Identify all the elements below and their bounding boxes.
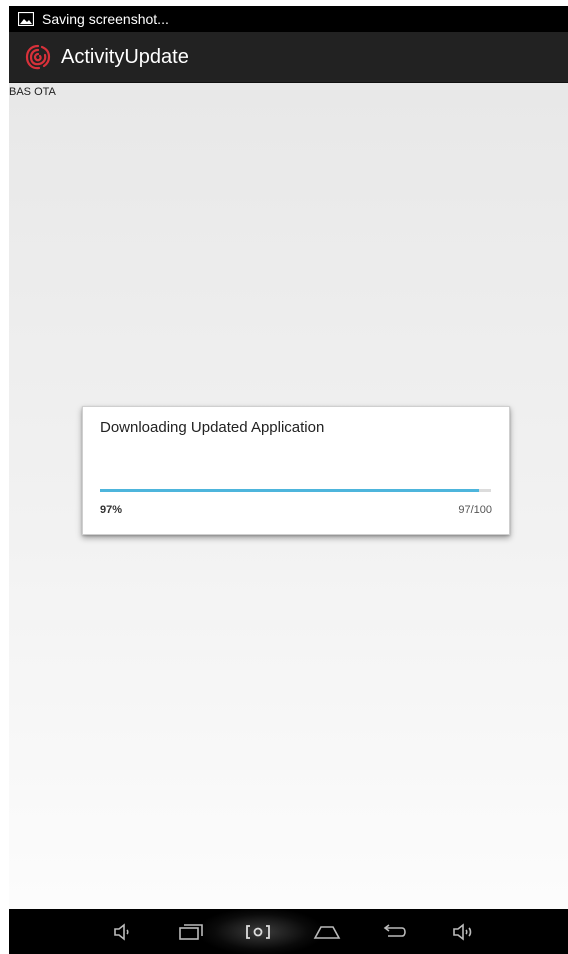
action-bar: ActivityUpdate (9, 32, 568, 83)
progress-dialog: Downloading Updated Application 97% 97/1… (82, 406, 510, 535)
main-content: BAS OTA Downloading Updated Application … (9, 83, 568, 909)
back-button[interactable] (380, 917, 410, 947)
screenshot-icon (244, 921, 272, 943)
progress-count: 97/100 (458, 504, 492, 516)
app-title: ActivityUpdate (61, 46, 189, 68)
fingerprint-icon[interactable] (23, 42, 53, 72)
progress-bar-fill (100, 489, 480, 492)
progress-bar (100, 489, 491, 492)
volume-up-icon (451, 921, 477, 943)
recent-apps-button[interactable] (176, 917, 206, 947)
volume-down-icon (112, 921, 134, 943)
home-icon (312, 921, 342, 943)
home-button[interactable] (312, 917, 342, 947)
recent-apps-icon (178, 921, 204, 943)
progress-percent: 97% (100, 504, 123, 516)
volume-down-button[interactable] (108, 917, 138, 947)
screenshot-button[interactable] (243, 917, 273, 947)
dialog-title: Downloading Updated Application (100, 419, 325, 436)
navigation-bar (9, 909, 568, 954)
image-icon (17, 11, 35, 27)
status-notification-text: Saving screenshot... (42, 11, 169, 27)
status-bar: Saving screenshot... (9, 6, 568, 32)
screen: Saving screenshot... ActivityUpdate BAS … (9, 6, 568, 954)
volume-up-button[interactable] (449, 917, 479, 947)
back-icon (380, 921, 410, 943)
content-label: BAS OTA (9, 86, 56, 98)
